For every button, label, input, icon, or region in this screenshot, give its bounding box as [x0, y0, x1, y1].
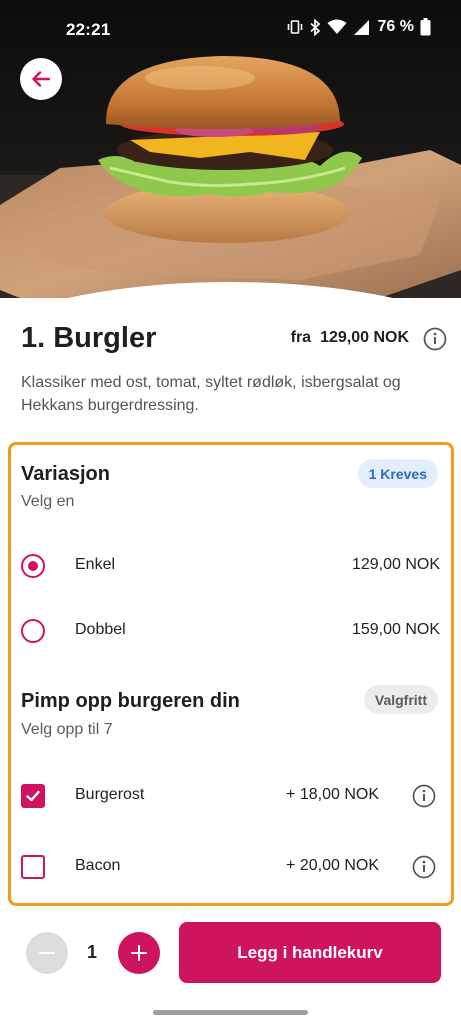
group-subtitle-extras: Velg opp til 7 [21, 721, 113, 738]
arrow-left-icon [32, 71, 51, 87]
add-to-cart-button[interactable]: Legg i handlekurv [179, 922, 441, 983]
info-icon[interactable] [412, 855, 436, 879]
checkmark-icon [26, 790, 40, 802]
option-price: 159,00 NOK [351, 621, 440, 638]
radio-enkel[interactable] [21, 554, 45, 578]
option-row-burgerost[interactable]: Burgerost + 18,00 NOK [11, 776, 451, 816]
product-title: 1. Burgler [21, 322, 157, 354]
price-prefix: fra [290, 329, 312, 346]
plus-icon [131, 945, 147, 961]
checkbox-bacon[interactable] [21, 855, 45, 879]
vibrate-icon [287, 20, 302, 34]
battery-icon [420, 18, 431, 36]
options-panel: Variasjon Velg en 1 Kreves Enkel 129,00 … [8, 442, 454, 906]
product-price: fra 129,00 NOK [291, 329, 409, 347]
info-icon[interactable] [423, 327, 447, 351]
minus-icon [39, 952, 55, 954]
product-description: Klassiker med ost, tomat, syltet rødløk,… [21, 374, 401, 414]
group-title-extras: Pimp opp burgeren din [21, 690, 240, 712]
quantity-decrease-button[interactable] [26, 932, 68, 974]
info-icon[interactable] [412, 784, 436, 808]
group-subtitle-variation: Velg en [21, 493, 75, 510]
option-row-dobbel[interactable]: Dobbel 159,00 NOK [11, 611, 451, 651]
wifi-icon [327, 19, 347, 34]
price-value: 129,00 NOK [320, 329, 409, 346]
home-indicator[interactable] [153, 1010, 308, 1015]
group-title-variation: Variasjon [21, 463, 110, 485]
option-price: + 18,00 NOK [286, 786, 379, 803]
radio-dobbel[interactable] [21, 619, 45, 643]
option-label: Enkel [75, 556, 116, 573]
option-row-enkel[interactable]: Enkel 129,00 NOK [11, 546, 451, 586]
bluetooth-icon [309, 18, 320, 36]
optional-badge: Valgfritt [363, 685, 438, 714]
quantity-increase-button[interactable] [118, 932, 160, 974]
checkbox-burgerost[interactable] [21, 784, 45, 808]
option-label: Burgerost [75, 786, 145, 803]
cellular-signal-icon [353, 19, 369, 35]
option-price: 129,00 NOK [351, 556, 440, 573]
status-bar: 22:21 76 % [0, 0, 461, 60]
status-icons: 76 % [287, 18, 431, 36]
battery-percent: 76 % [377, 18, 414, 35]
option-label: Bacon [75, 857, 121, 874]
status-time: 22:21 [66, 20, 111, 39]
option-row-bacon[interactable]: Bacon + 20,00 NOK [11, 847, 451, 887]
back-button[interactable] [20, 58, 62, 100]
required-badge: 1 Kreves [357, 459, 438, 488]
option-price: + 20,00 NOK [286, 857, 379, 874]
quantity-value: 1 [86, 942, 97, 962]
option-label: Dobbel [75, 621, 126, 638]
